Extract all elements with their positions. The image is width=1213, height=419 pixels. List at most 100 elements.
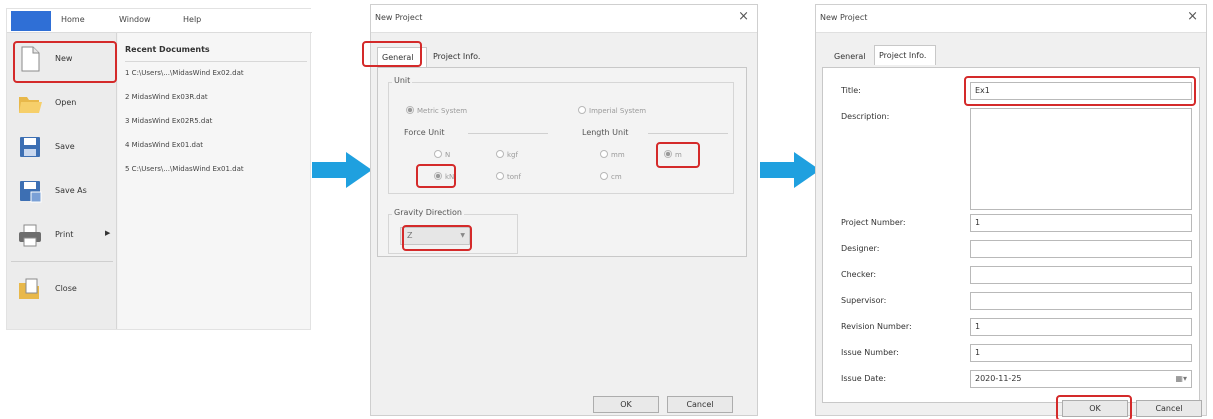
gravity-direction-label: Gravity Direction: [392, 208, 464, 217]
floppy-disk-icon: [20, 137, 40, 157]
project-number-field[interactable]: 1: [970, 214, 1192, 232]
menu-item-close[interactable]: Close: [11, 269, 113, 309]
recent-document-item[interactable]: 3 MidasWind Ex02R5.dat: [125, 117, 212, 125]
menu-item-label: Print: [55, 230, 74, 239]
highlight-new-button: [13, 41, 117, 83]
recent-document-item[interactable]: 5 C:\Users\...\MidasWind Ex01.dat: [125, 165, 244, 173]
printer-icon: [19, 224, 41, 247]
radio-icon: [434, 150, 442, 158]
menu-item-print[interactable]: Print ▶: [11, 215, 113, 255]
calendar-dropdown-icon[interactable]: ▦▾: [1175, 374, 1187, 383]
cancel-button[interactable]: Cancel: [667, 396, 733, 413]
project-number-label: Project Number:: [841, 218, 906, 227]
length-unit-label: Length Unit: [580, 128, 631, 137]
recent-document-item[interactable]: 1 C:\Users\...\MidasWind Ex02.dat: [125, 69, 244, 77]
checker-field[interactable]: [970, 266, 1192, 284]
length-unit-mm-radio[interactable]: mm: [600, 150, 625, 159]
radio-icon: [600, 172, 608, 180]
project-info-tab-content: Title: Ex1 Description: Project Number: …: [822, 67, 1200, 403]
close-document-icon: [19, 278, 39, 299]
highlight-title-field: [964, 76, 1196, 106]
radio-label: Imperial System: [589, 107, 647, 115]
highlight-kn-option: [416, 164, 456, 188]
checker-label: Checker:: [841, 270, 877, 279]
radio-icon: [496, 172, 504, 180]
cancel-button[interactable]: Cancel: [1136, 400, 1202, 417]
radio-label: mm: [611, 151, 625, 159]
highlight-m-option: [656, 142, 700, 168]
supervisor-label: Supervisor:: [841, 296, 887, 305]
highlight-general-tab: [362, 41, 422, 67]
description-field[interactable]: [970, 108, 1192, 210]
dialog-titlebar: New Project ×: [371, 5, 757, 33]
title-label: Title:: [841, 86, 861, 95]
supervisor-field[interactable]: [970, 292, 1192, 310]
menu-item-label: Open: [55, 98, 77, 107]
radio-label: Metric System: [417, 107, 468, 115]
menu-item-open[interactable]: Open: [11, 83, 113, 123]
menu-item-label: Save As: [55, 186, 87, 195]
force-unit-kgf-radio[interactable]: kgf: [496, 150, 518, 159]
issue-number-label: Issue Number:: [841, 348, 899, 357]
file-tab[interactable]: [11, 11, 51, 31]
divider: [468, 133, 548, 134]
save-as-icon: [20, 181, 42, 203]
general-tab-content: Unit Metric System Imperial System Force…: [377, 67, 747, 257]
issue-date-value: 2020-11-25: [975, 374, 1022, 383]
imperial-system-radio[interactable]: Imperial System: [578, 106, 646, 115]
tab-project-info[interactable]: Project Info.: [429, 47, 484, 67]
step-arrow-icon: [312, 152, 372, 188]
radio-icon: [496, 150, 504, 158]
issue-date-field[interactable]: 2020-11-25 ▦▾: [970, 370, 1192, 388]
divider: [125, 61, 307, 62]
open-folder-icon: [19, 97, 42, 113]
dialog-title: New Project: [375, 13, 423, 22]
menu-item-label: Close: [55, 284, 77, 293]
recent-documents-title: Recent Documents: [125, 45, 210, 54]
issue-date-label: Issue Date:: [841, 374, 887, 383]
ok-button[interactable]: OK: [593, 396, 659, 413]
metric-system-radio[interactable]: Metric System: [406, 106, 467, 115]
radio-icon: [600, 150, 608, 158]
highlight-ok-button: [1056, 395, 1132, 419]
step-arrow-icon: [760, 152, 820, 188]
radio-label: N: [445, 151, 451, 159]
menu-item-save-as[interactable]: Save As: [11, 171, 113, 211]
new-project-dialog-info: New Project × General Project Info. Titl…: [815, 4, 1207, 419]
revision-number-label: Revision Number:: [841, 322, 912, 331]
recent-document-item[interactable]: 2 MidasWind Ex03R.dat: [125, 93, 208, 101]
recent-documents: Recent Documents 1 C:\Users\...\MidasWin…: [118, 33, 310, 329]
description-label: Description:: [841, 112, 890, 121]
radio-icon: [406, 106, 414, 114]
divider: [648, 133, 728, 134]
tab-project-info[interactable]: Project Info.: [874, 45, 936, 65]
close-icon[interactable]: ×: [1187, 9, 1198, 24]
submenu-arrow-icon: ▶: [105, 229, 111, 237]
tab-home[interactable]: Home: [61, 15, 85, 24]
new-project-dialog-general: New Project × General Project Info. Unit…: [362, 4, 758, 416]
issue-number-field[interactable]: 1: [970, 344, 1192, 362]
dialog-title: New Project: [820, 13, 868, 22]
designer-label: Designer:: [841, 244, 880, 253]
force-unit-tonf-radio[interactable]: tonf: [496, 172, 521, 181]
force-unit-n-radio[interactable]: N: [434, 150, 450, 159]
tab-help[interactable]: Help: [183, 15, 201, 24]
unit-group-label: Unit: [392, 76, 413, 85]
close-icon[interactable]: ×: [738, 9, 749, 24]
radio-icon: [578, 106, 586, 114]
tab-window[interactable]: Window: [119, 15, 151, 24]
radio-label: tonf: [507, 173, 521, 181]
tab-general[interactable]: General: [830, 47, 870, 67]
radio-label: cm: [611, 173, 622, 181]
menu-divider: [11, 261, 113, 262]
menu-item-save[interactable]: Save: [11, 127, 113, 167]
designer-field[interactable]: [970, 240, 1192, 258]
dialog-titlebar: New Project ×: [816, 5, 1206, 33]
ribbon-tab-bar: Home Window Help: [7, 9, 312, 33]
menu-item-label: Save: [55, 142, 75, 151]
length-unit-cm-radio[interactable]: cm: [600, 172, 622, 181]
radio-label: kgf: [507, 151, 518, 159]
recent-document-item[interactable]: 4 MidasWind Ex01.dat: [125, 141, 203, 149]
highlight-gravity-select: [402, 225, 472, 251]
revision-number-field[interactable]: 1: [970, 318, 1192, 336]
